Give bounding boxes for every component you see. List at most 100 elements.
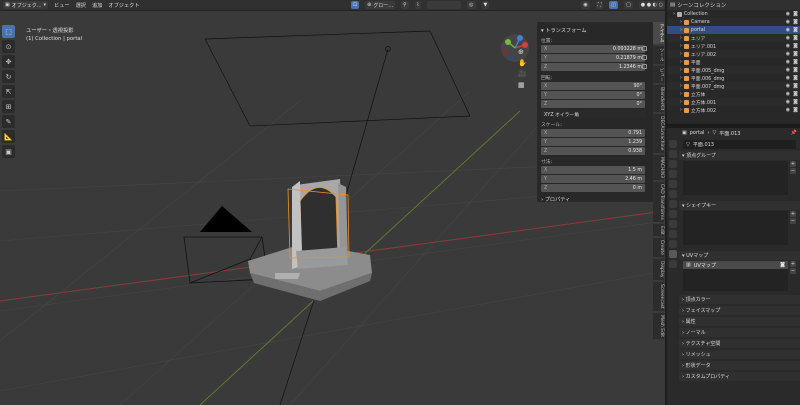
render-camera-icon[interactable]: ◙ bbox=[793, 59, 798, 65]
eye-icon[interactable]: ◉ bbox=[786, 75, 790, 81]
eye-icon[interactable]: ◉ bbox=[786, 67, 790, 73]
world-tab-icon[interactable] bbox=[668, 190, 677, 198]
render-camera-icon[interactable]: ◙ bbox=[793, 83, 798, 89]
xray-icon[interactable]: ▢ bbox=[624, 1, 633, 9]
mesh-data-tab-icon[interactable] bbox=[668, 250, 677, 258]
shape-keys-list[interactable]: + − bbox=[683, 211, 796, 245]
render-camera-icon[interactable]: ◙ bbox=[793, 107, 798, 113]
transform-panel-header[interactable]: ▾ トランスフォーム bbox=[541, 27, 649, 34]
geometry-data-header[interactable]: › 形状データ bbox=[679, 361, 800, 370]
eye-icon[interactable]: ◉ bbox=[786, 83, 790, 89]
normals-header[interactable]: › ノーマル bbox=[679, 328, 800, 337]
lock-icon[interactable] bbox=[642, 64, 647, 69]
remove-icon[interactable]: − bbox=[790, 268, 796, 274]
expand-icon[interactable]: › bbox=[680, 60, 682, 65]
output-tab-icon[interactable] bbox=[668, 160, 677, 168]
rotation-x-field[interactable]: X 90° bbox=[541, 82, 645, 90]
snap-target-input[interactable] bbox=[427, 1, 462, 9]
outliner-row[interactable]: › エリア.001 ◉ ◙ bbox=[667, 42, 800, 50]
outliner-row[interactable]: › エリア ◉ ◙ bbox=[667, 34, 800, 42]
sidebar-tab[interactable]: Create bbox=[653, 238, 664, 258]
dimensions-z-field[interactable]: Z0 m bbox=[541, 184, 645, 192]
dimensions-x-field[interactable]: X 1.5 m bbox=[541, 166, 645, 174]
vertex-colors-header[interactable]: › 頂点カラー bbox=[679, 295, 800, 304]
outliner-row[interactable]: › 平面.005_dmg ◉ ◙ bbox=[667, 66, 800, 74]
outliner-row[interactable]: › 立方体.002 ◉ ◙ bbox=[667, 106, 800, 114]
menu-object[interactable]: オブジェクト bbox=[108, 2, 139, 9]
rotate-icon[interactable]: ↻ bbox=[2, 70, 15, 83]
expand-icon[interactable]: › bbox=[680, 108, 682, 113]
add-cube-icon[interactable]: ▣ bbox=[2, 145, 15, 158]
sidebar-tab[interactable]: Screencast bbox=[653, 281, 664, 311]
transform-orient-selector[interactable]: ⊕ グロー... bbox=[365, 1, 396, 9]
properties-panel-header[interactable]: › プロパティ bbox=[541, 196, 649, 203]
scale-icon[interactable]: ⇱ bbox=[2, 85, 15, 98]
visibility-icon[interactable]: ◉ bbox=[581, 1, 590, 9]
sidebar-tab[interactable]: Mesh Edit bbox=[653, 312, 664, 339]
eye-icon[interactable]: ◉ bbox=[786, 59, 790, 65]
render-camera-icon[interactable]: ◙ bbox=[793, 91, 798, 97]
mesh-name-field[interactable]: ▽ 平面.013 bbox=[683, 140, 796, 149]
render-camera-icon[interactable]: ◙ bbox=[793, 51, 798, 57]
camera-view-icon[interactable]: 🎥 bbox=[518, 70, 527, 78]
pin-icon[interactable]: 📌 bbox=[791, 130, 797, 136]
modifier-tab-icon[interactable] bbox=[668, 210, 677, 218]
select-box-icon[interactable]: ⬚ bbox=[2, 25, 15, 38]
object-tab-icon[interactable] bbox=[668, 200, 677, 208]
expand-icon[interactable]: › bbox=[680, 76, 682, 81]
outliner-row[interactable]: › portal ◉ ◙ bbox=[667, 26, 800, 34]
proportional-edit-icon[interactable]: ◎ bbox=[467, 1, 476, 9]
expand-icon[interactable]: › bbox=[680, 44, 682, 49]
gizmo-icon[interactable]: ⛶ bbox=[595, 1, 604, 9]
location-x-field[interactable]: X 0.093228 m bbox=[541, 45, 645, 53]
location-y-field[interactable]: Y 0.21879 m bbox=[541, 54, 645, 62]
camera-icon[interactable]: ◙ bbox=[780, 262, 785, 268]
custom-properties-header[interactable]: › カスタムプロパティ bbox=[679, 372, 800, 381]
dimensions-y-field[interactable]: Y 2.46 m bbox=[541, 175, 645, 183]
face-maps-header[interactable]: › フェイスマップ bbox=[679, 306, 800, 315]
expand-icon[interactable]: › bbox=[680, 28, 682, 33]
vertex-groups-list[interactable]: + − bbox=[683, 161, 796, 195]
eye-icon[interactable]: ◉ bbox=[786, 19, 790, 25]
constraints-tab-icon[interactable] bbox=[668, 240, 677, 248]
cursor-icon[interactable]: ⊙ bbox=[2, 40, 15, 53]
expand-icon[interactable]: › bbox=[680, 84, 682, 89]
expand-icon[interactable]: › bbox=[680, 100, 682, 105]
scale-x-field[interactable]: X 0.791 bbox=[541, 129, 645, 137]
pan-hand-icon[interactable]: ✋ bbox=[518, 59, 527, 67]
eye-icon[interactable]: ◉ bbox=[786, 51, 790, 57]
eye-icon[interactable]: ◉ bbox=[786, 91, 790, 97]
sidebar-tab[interactable]: Edit bbox=[653, 223, 664, 237]
lock-icon[interactable] bbox=[642, 46, 647, 51]
zoom-icon[interactable]: ⊕ bbox=[518, 48, 527, 56]
expand-icon[interactable]: › bbox=[680, 36, 682, 41]
expand-icon[interactable]: › bbox=[680, 68, 682, 73]
uv-map-item[interactable]: ▥ UVマップ ◙ bbox=[683, 261, 788, 269]
eye-icon[interactable]: ◉ bbox=[786, 27, 790, 33]
transform-icon[interactable]: ⊞ bbox=[2, 100, 15, 113]
rotation-mode-dropdown[interactable]: XYZ オイラー角 bbox=[541, 110, 645, 118]
outliner-row[interactable]: › 立方体 ◉ ◙ bbox=[667, 90, 800, 98]
physics-tab-icon[interactable] bbox=[668, 230, 677, 238]
add-icon[interactable]: + bbox=[790, 261, 796, 267]
outliner-row[interactable]: › 平面.006_dmg ◉ ◙ bbox=[667, 74, 800, 82]
uv-maps-header[interactable]: ▾ UVマップ bbox=[679, 251, 800, 260]
sidebar-tab[interactable]: ビュー bbox=[653, 65, 664, 83]
shading-buttons[interactable]: ● ● ◐ ○ bbox=[638, 1, 665, 9]
render-camera-icon[interactable]: ◙ bbox=[793, 11, 798, 17]
vertex-groups-header[interactable]: ▾ 頂点グループ bbox=[679, 151, 800, 160]
uv-maps-list[interactable]: ▥ UVマップ ◙ + − bbox=[683, 261, 796, 291]
eye-icon[interactable]: ◉ bbox=[786, 43, 790, 49]
outliner-row[interactable]: › Collection ◉ ◙ bbox=[667, 10, 800, 18]
render-camera-icon[interactable]: ◙ bbox=[793, 75, 798, 81]
measure-icon[interactable]: 📐 bbox=[2, 130, 15, 143]
scene-tab-icon[interactable] bbox=[668, 180, 677, 188]
expand-icon[interactable]: › bbox=[680, 92, 682, 97]
outliner-row[interactable]: › 平面.007_dmg ◉ ◙ bbox=[667, 82, 800, 90]
mode-selector[interactable]: ▣ オブジェク... ▾ bbox=[3, 1, 49, 9]
render-camera-icon[interactable]: ◙ bbox=[793, 99, 798, 105]
sidebar-tab[interactable]: ツール bbox=[653, 46, 664, 64]
add-icon[interactable]: + bbox=[790, 211, 796, 217]
filter-icon[interactable]: ▼ bbox=[481, 1, 490, 9]
pivot-icon[interactable]: ⚲ bbox=[401, 1, 409, 9]
